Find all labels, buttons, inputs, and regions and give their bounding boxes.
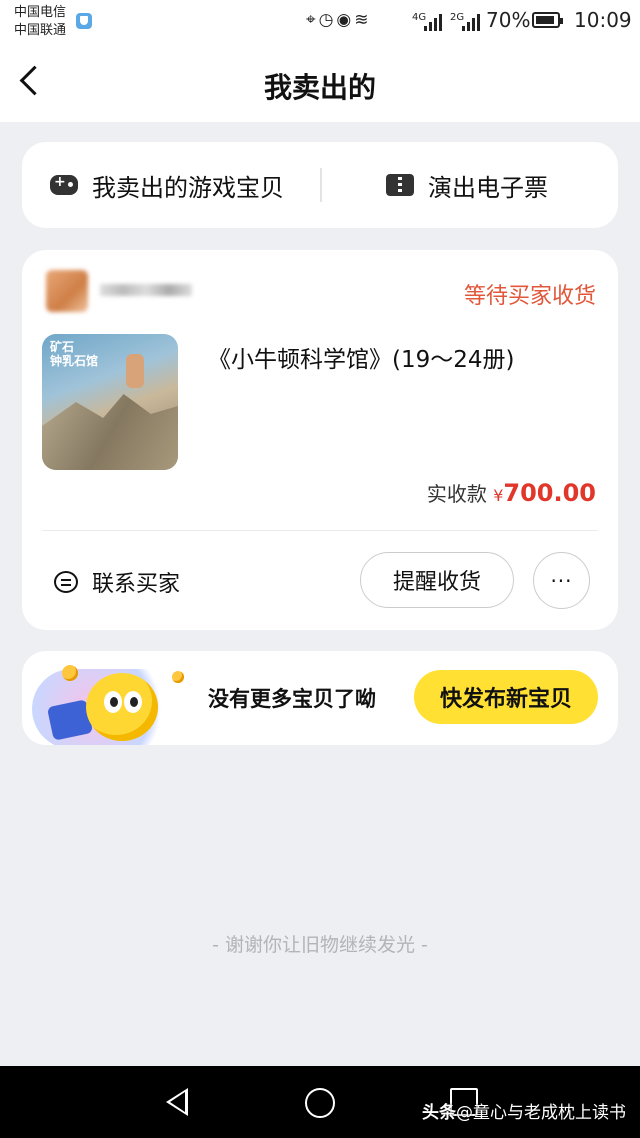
carrier-labels: 中国电信 中国联通	[14, 4, 66, 40]
buyer-name-blurred	[100, 284, 192, 296]
battery-icon	[532, 12, 563, 28]
coin-icon	[172, 671, 184, 683]
thumbnail-cover-title: 矿石 钟乳石馆	[50, 340, 99, 368]
gamepad-icon	[50, 174, 78, 195]
card-divider	[42, 530, 598, 531]
footer-slogan: - 谢谢你让旧物继续发光 -	[212, 934, 428, 956]
eye-icon: ◉	[336, 10, 355, 30]
page-title: 我卖出的	[263, 71, 376, 104]
category-tabs: 我卖出的游戏宝贝 演出电子票	[22, 142, 618, 228]
watermark-prefix: 头条	[422, 1103, 456, 1123]
wifi-icon: ≋	[354, 10, 372, 30]
watermark-handle: @童心与老成枕上读书	[456, 1103, 626, 1123]
battery-percent: 70%	[486, 8, 531, 32]
watermark: 头条@童心与老成枕上读书	[422, 1098, 626, 1123]
coin-icon	[62, 665, 78, 681]
alarm-icon: ◷	[318, 10, 337, 30]
carrier-2: 中国联通	[14, 23, 67, 38]
contact-buyer-button[interactable]: 联系买家	[54, 566, 180, 598]
nav-back-icon[interactable]	[166, 1088, 188, 1116]
promo-banner: 没有更多宝贝了呦 快发布新宝贝	[22, 651, 618, 745]
contact-label: 联系买家	[92, 572, 181, 597]
more-options-button[interactable]: ···	[533, 552, 590, 609]
tab-label: 演出电子票	[428, 173, 548, 202]
location-icon: ⌖	[306, 10, 319, 30]
system-icons: ⌖◷◉≋	[306, 10, 372, 30]
order-card[interactable]: 等待买家收货 矿石 钟乳石馆 《小牛顿科学馆》(19～24册) 实收款 ¥700…	[22, 250, 618, 630]
mascot-illustration	[86, 673, 158, 741]
amount-value: 700.00	[503, 479, 596, 507]
tab-divider	[320, 168, 322, 202]
chat-bubble-icon	[54, 571, 78, 593]
ticket-icon	[386, 174, 414, 196]
product-name[interactable]: 《小牛顿科学馆》(19～24册)	[208, 340, 514, 374]
clock: 10:09	[574, 8, 632, 32]
product-thumbnail[interactable]: 矿石 钟乳石馆	[42, 334, 178, 470]
currency-symbol: ¥	[493, 486, 504, 505]
order-status: 等待买家收货	[463, 284, 596, 309]
tab-e-tickets[interactable]: 演出电子票	[386, 142, 548, 228]
signal-bars-icon	[424, 13, 444, 31]
buyer-avatar[interactable]	[46, 270, 88, 312]
tab-label: 我卖出的游戏宝贝	[92, 173, 284, 202]
page-header: 我卖出的	[0, 44, 640, 122]
carrier-1: 中国电信	[14, 5, 67, 20]
publish-new-item-button[interactable]: 快发布新宝贝	[414, 670, 598, 724]
nav-home-icon[interactable]	[305, 1088, 335, 1118]
status-bar: 中国电信 中国联通 ⌖◷◉≋ 4G 2G 70% 10:09	[0, 0, 640, 44]
tab-game-items[interactable]: 我卖出的游戏宝贝	[50, 142, 284, 228]
signal-bars-icon	[462, 13, 482, 31]
no-more-items-text: 没有更多宝贝了呦	[208, 687, 376, 711]
paid-amount: 实收款 ¥700.00	[427, 478, 596, 507]
paid-label: 实收款	[426, 482, 487, 506]
security-shield-icon	[76, 13, 92, 29]
remind-receipt-button[interactable]: 提醒收货	[360, 552, 514, 608]
